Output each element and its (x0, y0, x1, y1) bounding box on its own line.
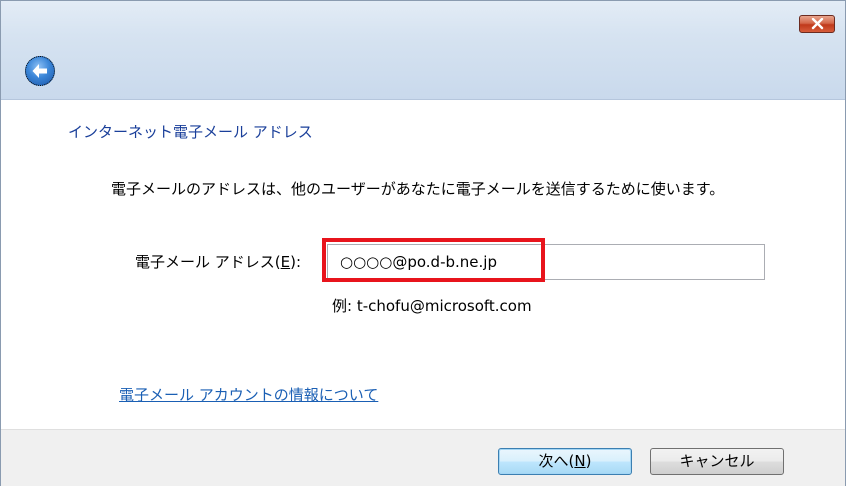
email-label-prefix: 電子メール アドレス( (135, 253, 281, 271)
next-label-accelerator: N (574, 452, 586, 470)
email-setup-dialog: インターネット電子メール アドレス 電子メールのアドレスは、他のユーザーがあなた… (0, 0, 846, 486)
email-address-label: 電子メール アドレス(E): (135, 251, 301, 272)
next-button[interactable]: 次へ(N) (498, 448, 632, 475)
email-label-accelerator: E (280, 253, 291, 271)
title-bar (1, 1, 845, 100)
cancel-button[interactable]: キャンセル (650, 448, 784, 475)
page-heading: インターネット電子メール アドレス (68, 123, 313, 141)
back-arrow-icon (32, 64, 47, 78)
next-label-prefix: 次へ( (538, 452, 575, 470)
button-bar: 次へ(N) キャンセル (1, 429, 845, 486)
description-text: 電子メールのアドレスは、他のユーザーがあなたに電子メールを送信するために使います… (111, 180, 725, 198)
next-label-suffix: ) (585, 452, 592, 470)
email-address-input[interactable] (327, 244, 765, 280)
close-button[interactable] (799, 15, 835, 33)
account-info-link[interactable]: 電子メール アカウントの情報について (119, 384, 378, 405)
back-button[interactable] (25, 56, 55, 86)
close-icon (811, 18, 824, 30)
email-label-suffix: ): (290, 253, 302, 271)
example-text: 例: t-chofu@microsoft.com (332, 297, 532, 315)
